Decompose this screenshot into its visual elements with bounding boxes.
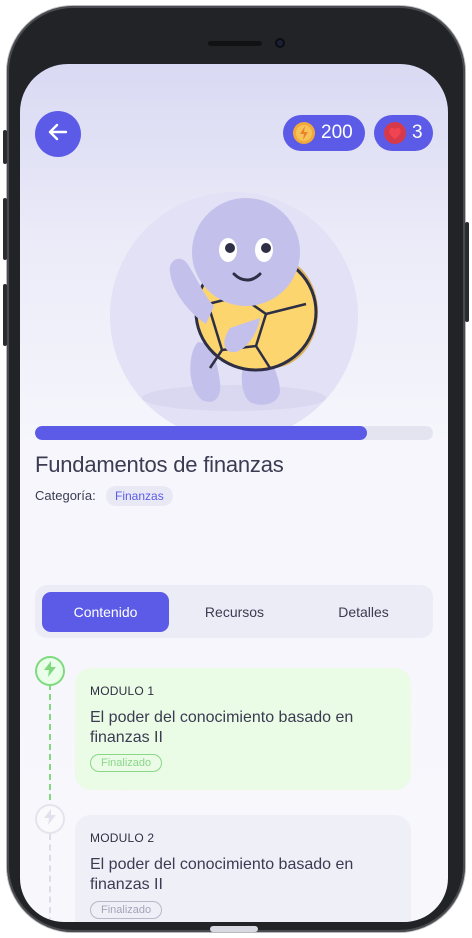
module-number: MODULO 2 bbox=[90, 831, 155, 845]
course-progress-fill bbox=[35, 426, 368, 440]
coins-value: 200 bbox=[321, 122, 353, 143]
side-button-volume-up bbox=[3, 198, 7, 260]
lives-value: 3 bbox=[412, 122, 423, 143]
module-status-badge: Finalizado bbox=[90, 901, 162, 919]
tab-contenido[interactable]: Contenido bbox=[42, 592, 169, 632]
lightning-icon bbox=[42, 808, 58, 831]
category-label: Categoría: bbox=[35, 488, 96, 503]
course-progress-bar bbox=[35, 426, 433, 440]
module-title: El poder del conocimiento basado en fina… bbox=[90, 856, 354, 893]
speaker bbox=[208, 41, 262, 46]
module-status-node bbox=[35, 656, 65, 686]
heart-icon bbox=[383, 121, 407, 145]
lightning-icon bbox=[42, 660, 58, 683]
module-status-badge: Finalizado bbox=[90, 754, 162, 772]
timeline-connector bbox=[49, 684, 53, 800]
app-screen: 200 3 Fundamentos de finanzas Categoría:… bbox=[20, 64, 448, 922]
module-status-node bbox=[35, 804, 65, 834]
module-title: El poder del conocimiento basado en fina… bbox=[90, 709, 354, 746]
side-button-volume-down bbox=[3, 284, 7, 346]
back-button[interactable] bbox=[35, 111, 81, 157]
tab-recursos[interactable]: Recursos bbox=[171, 592, 298, 632]
front-camera bbox=[275, 38, 285, 48]
side-button-mute bbox=[3, 130, 7, 164]
turtle-mascot bbox=[110, 192, 358, 440]
timeline-connector bbox=[49, 834, 53, 922]
module-number: MODULO 1 bbox=[90, 684, 155, 698]
module-card[interactable]: MODULO 2 El poder del conocimiento basad… bbox=[75, 815, 411, 922]
module-card[interactable]: MODULO 1 El poder del conocimiento basad… bbox=[75, 668, 411, 790]
coin-icon bbox=[292, 121, 316, 145]
course-title: Fundamentos de finanzas bbox=[35, 452, 284, 477]
home-indicator bbox=[210, 926, 258, 932]
arrow-left-icon bbox=[47, 121, 69, 148]
category-chip[interactable]: Finanzas bbox=[106, 486, 173, 506]
coins-counter[interactable]: 200 bbox=[283, 115, 365, 151]
side-button-power bbox=[465, 222, 469, 322]
lives-counter[interactable]: 3 bbox=[374, 115, 433, 151]
tab-detalles[interactable]: Detalles bbox=[300, 592, 427, 632]
tab-bar: Contenido Recursos Detalles bbox=[35, 585, 433, 638]
